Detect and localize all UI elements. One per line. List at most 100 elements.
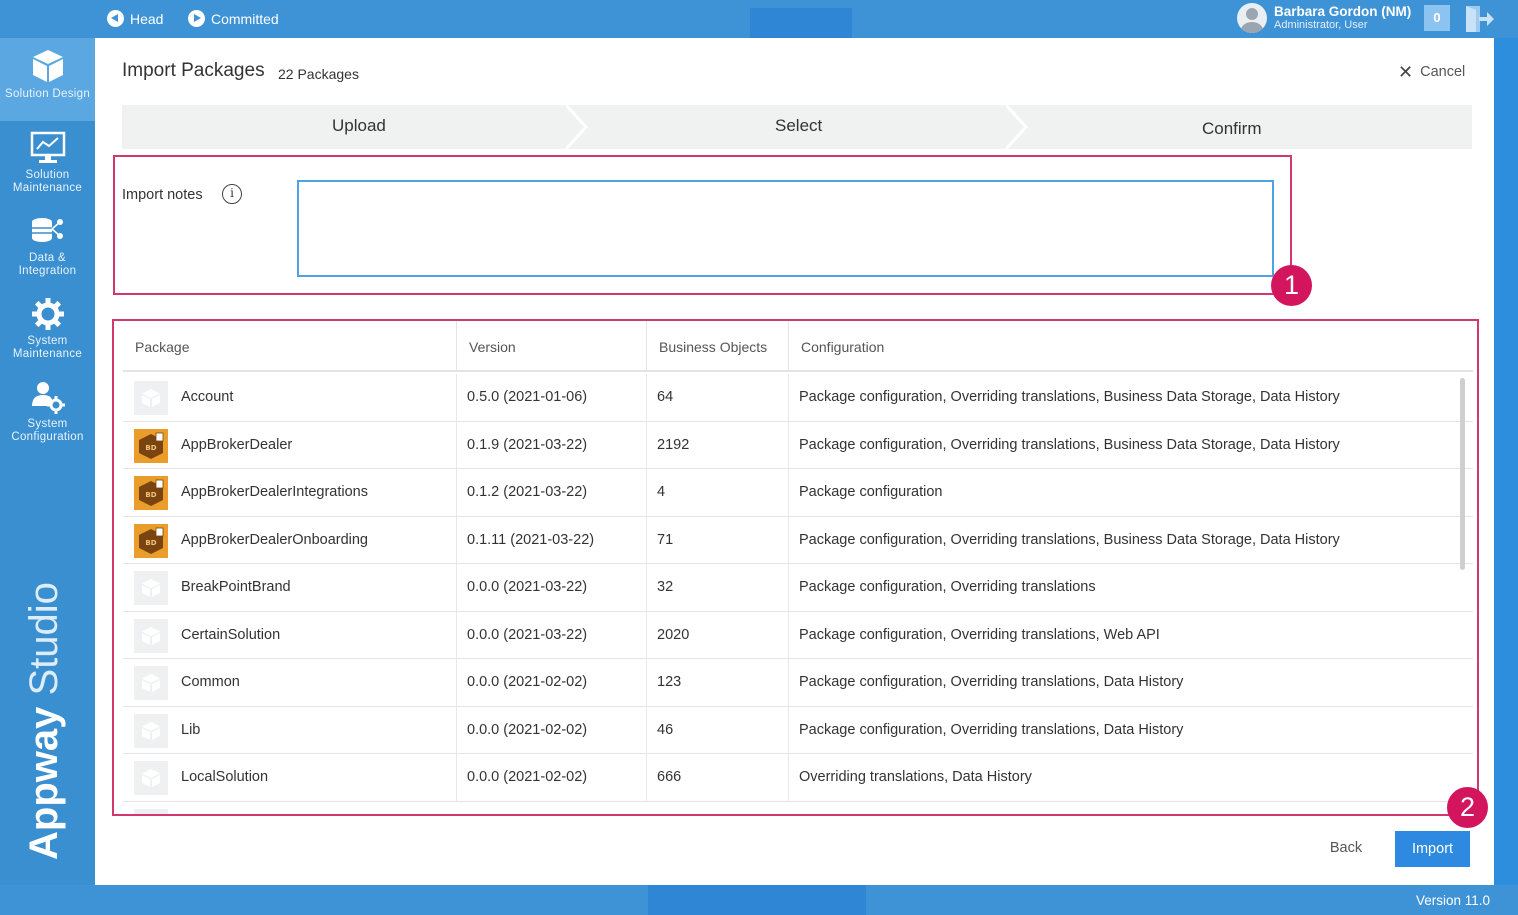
table-row[interactable]: BD AppBrokerDealer 0.1.9 (2021-03-22) 2192 P… [123,421,1473,469]
sidebar-item-label: System Maintenance [12,335,83,360]
appway-studio-logo: Appway Studio [22,582,66,860]
sidebar-item-solution-maintenance[interactable]: Solution Maintenance [0,121,95,204]
sidebar-item-label: System Configuration [11,418,84,443]
sidebar-item-solution-design[interactable]: Solution Design [0,38,95,121]
top-bar: Head Committed Barbara Gordon (NM) Admin… [0,0,1518,38]
callout-badge-2: 2 [1447,787,1488,828]
package-configuration: Package configuration, Overriding transl… [788,516,1458,564]
package-configuration: Package configuration, Overriding transl… [788,421,1458,469]
table-row[interactable]: LocalSolution 0.0.0 (2021-02-02) 666 Overri… [123,754,1473,802]
column-header-configuration[interactable]: Configuration [788,321,1473,372]
package-name: Common [181,674,240,690]
package-configuration: Package configuration, Overriding transl… [788,374,1458,422]
user-name[interactable]: Barbara Gordon (NM) [1274,4,1411,19]
committed-branch-button[interactable]: Committed [188,10,279,27]
business-object-count: 71 [646,516,788,564]
package-configuration: Package configuration, Overriding transl… [788,706,1458,754]
sidebar: Solution Design Solution Maintenance Dat… [0,38,95,915]
table-row[interactable]: Lib 0.0.0 (2021-02-02) 46 Package configura… [123,706,1473,754]
sidebar-item-system-configuration[interactable]: System Configuration [0,370,95,453]
database-network-icon [31,218,63,242]
package-version: 0.0.0 (2021-03-22) [456,611,646,659]
svg-text:BD: BD [145,491,156,499]
step-arrow-icon [566,105,588,149]
step-confirm: Confirm [1202,119,1262,138]
sidebar-item-label: Solution Design [4,88,91,100]
import-notes-label: Import notes [122,187,203,203]
package-version: 0.0.0 (2021-02-02) [456,659,646,707]
play-circle-icon [188,10,205,27]
package-version: 0.0.0 (2021-02-02) [456,706,646,754]
package-icon [134,808,168,814]
table-row[interactable]: CertainSolution 0.0.0 (2021-03-22) 2020 Pac… [123,611,1473,659]
committed-label: Committed [211,10,279,27]
table-scrollbar[interactable] [1460,378,1465,570]
import-stepper: Upload Select Confirm [122,105,1472,149]
back-button[interactable]: Back [1317,836,1375,860]
package-version: 0.1.11 (2021-03-22) [456,516,646,564]
business-object-count: 64 [646,374,788,422]
monitor-chart-icon [30,131,65,163]
package-icon [134,761,168,795]
package-configuration: Package configuration, Overriding transl… [788,611,1458,659]
table-row[interactable]: Common 0.0.0 (2021-02-02) 123 Package confi… [123,659,1473,707]
head-branch-button[interactable]: Head [107,10,163,27]
user-role: Administrator, User [1274,19,1368,31]
cancel-label: Cancel [1420,64,1466,80]
package-icon [134,713,168,748]
column-header-version[interactable]: Version [456,321,646,372]
right-edge-strip [1494,38,1518,885]
notification-badge[interactable]: 0 [1424,5,1450,31]
top-bar-highlight [750,8,852,38]
business-object-count: 123 [646,659,788,707]
package-configuration: Package configuration, Overriding transl… [788,564,1458,612]
page-title: Import Packages [122,60,265,81]
info-icon[interactable]: i [222,184,242,204]
back-circle-icon [107,10,124,27]
version-label: Version 11.0 [1416,893,1491,908]
bd-package-icon: BD [134,523,168,558]
column-header-business-objects[interactable]: Business Objects [646,321,788,372]
logout-icon[interactable] [1464,5,1494,33]
table-row[interactable] [123,802,1473,814]
cube-icon [32,50,63,82]
table-row[interactable]: BD AppBrokerDealerIntegrations 0.1.2 (2021… [123,469,1473,517]
callout-badge-1: 1 [1271,265,1312,306]
import-notes-input[interactable] [297,180,1274,277]
sidebar-item-system-maintenance[interactable]: System Maintenance [0,287,95,370]
packages-table: Package Version Business Objects Configu… [112,319,1479,816]
package-version: 0.0.0 (2021-02-02) [456,754,646,802]
package-name: AppBrokerDealerIntegrations [181,484,368,500]
package-name: AppBrokerDealer [181,436,293,453]
bd-package-icon: BD [134,428,168,463]
package-icon [134,571,168,605]
package-name: Account [181,389,234,405]
sidebar-item-data-integration[interactable]: Data & Integration [0,204,95,287]
package-name: CertainSolution [181,626,281,643]
business-object-count: 46 [646,706,788,754]
bottom-bar-highlight [648,885,866,915]
table-body: Account 0.5.0 (2021-01-06) 64 Package confi… [123,374,1473,814]
package-name: AppBrokerDealerOnboarding [181,531,368,548]
column-header-package[interactable]: Package [123,321,456,372]
table-row[interactable]: BreakPointBrand 0.0.0 (2021-03-22) 32 Packa… [123,564,1473,612]
package-icon [134,666,168,700]
avatar[interactable] [1237,3,1267,33]
import-button[interactable]: Import [1395,831,1470,867]
table-header: Package Version Business Objects Configu… [123,321,1473,372]
package-configuration: Overriding translations, Data History [788,754,1458,802]
package-version: 0.1.9 (2021-03-22) [456,421,646,469]
business-object-count: 4 [646,469,788,517]
table-row[interactable]: Account 0.5.0 (2021-01-06) 64 Package confi… [123,374,1473,422]
package-name: Lib [181,721,201,738]
step-upload: Upload [332,116,386,135]
sidebar-item-label: Data & Integration [18,252,77,277]
package-icon [134,618,168,653]
package-name: LocalSolution [181,769,269,785]
package-version: 0.0.0 (2021-03-22) [456,564,646,612]
cancel-button[interactable]: ✕ Cancel [1398,63,1466,81]
package-configuration: Package configuration [788,469,1458,517]
table-row[interactable]: BD AppBrokerDealerOnboarding 0.1.11 (2021-… [123,516,1473,564]
gear-icon [31,298,64,330]
user-gear-icon [31,382,65,414]
